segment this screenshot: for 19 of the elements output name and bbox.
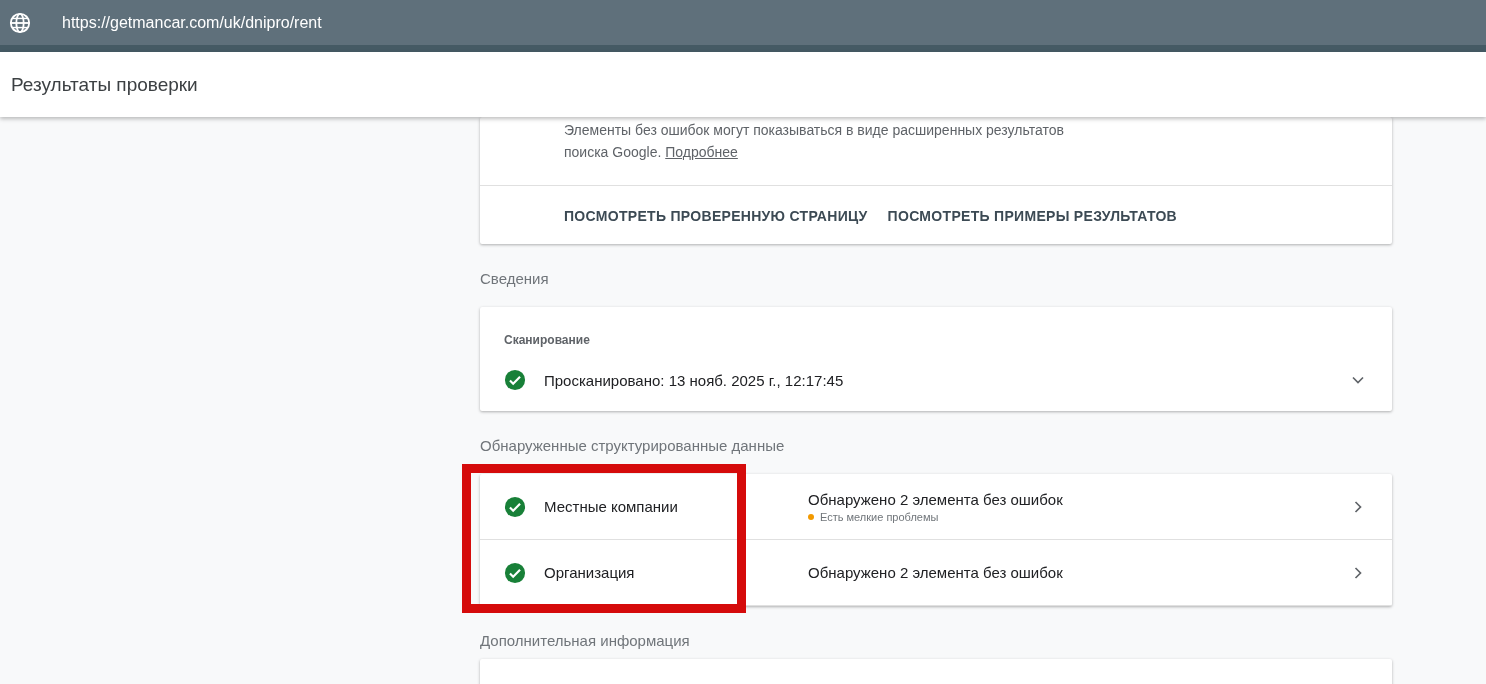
action-button[interactable]: ПОСМОТРЕТЬ ПРОВЕРЕННУЮ СТРАНИЦУ bbox=[556, 204, 876, 228]
issue-text: Есть мелкие проблемы bbox=[820, 510, 939, 523]
summary-text: Обнаружено 2 элемента без ошибок bbox=[808, 490, 1064, 508]
crawl-status-text: Просканировано: 13 нояб. 2025 г., 12:17:45 bbox=[544, 371, 845, 389]
more-link[interactable]: Подробнее bbox=[665, 144, 738, 160]
action-button[interactable]: ПОСМОТРЕТЬ ПРИМЕРЫ РЕЗУЛЬТАТОВ bbox=[879, 204, 1185, 228]
section-heading: Обнаруженные структурированные данные bbox=[480, 436, 786, 456]
type-name: Местные компании bbox=[544, 498, 678, 515]
page-url: https://getmancar.com/uk/dnipro/rent bbox=[62, 13, 322, 32]
description-text: Элементы без ошибок могут показываться в виде расширенных результатов поиска Google. Подробнее bbox=[563, 121, 1065, 162]
structured-data-row[interactable]: Организация Обнаружено 2 элемента без ошибок bbox=[480, 540, 1392, 606]
summary-text: Обнаружено 2 элемента без ошибок bbox=[808, 564, 1064, 581]
page-title: Результаты проверки bbox=[11, 73, 198, 96]
section-heading: Сведения bbox=[480, 269, 550, 289]
section-heading: Дополнительная информация bbox=[480, 631, 691, 651]
globe-icon bbox=[9, 11, 31, 34]
structured-data-row[interactable]: Местные компании Обнаружено 2 элемента без ошибок Есть мелкие проблемы bbox=[480, 474, 1392, 540]
type-name: Организация bbox=[544, 564, 635, 581]
section-label: Сканирование bbox=[504, 333, 591, 347]
